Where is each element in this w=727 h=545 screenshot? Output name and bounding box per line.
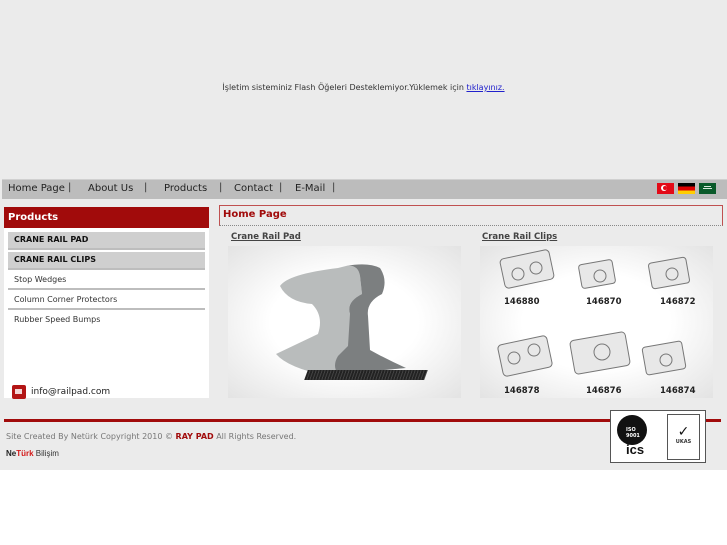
footer-copyright: Site Created By Netürk Copyright 2010 © … (6, 432, 296, 441)
content-header: Home Page (219, 205, 723, 226)
products-sidebar: Products CRANE RAIL PAD CRANE RAIL CLIPS… (4, 207, 209, 399)
nav-separator: | (68, 182, 72, 193)
german-flag-icon[interactable] (678, 183, 695, 194)
sidebar-item-crane-rail-pad[interactable]: CRANE RAIL PAD (8, 232, 205, 250)
nav-separator: | (144, 182, 148, 193)
nav-separator: | (279, 182, 283, 193)
copyright-prefix: Site Created By Netürk Copyright 2010 © (6, 432, 176, 441)
clip-code: 146878 (504, 386, 540, 396)
nav-contact[interactable]: Contact (234, 183, 273, 194)
saudi-flag-icon[interactable] (699, 183, 716, 194)
email-contact[interactable]: info@railpad.com (12, 385, 110, 399)
sidebar-item-stop-wedges[interactable]: Stop Wedges (8, 272, 205, 290)
nav-about-us[interactable]: About Us (88, 183, 133, 194)
netturk-logo[interactable]: NeTürk Bilişim (6, 449, 59, 458)
checkmark-icon: ✓ (677, 424, 690, 440)
content-title: Home Page (223, 209, 287, 220)
language-selector (657, 183, 716, 194)
nav-home-page[interactable]: Home Page (8, 183, 65, 194)
clip-code: 146880 (504, 297, 540, 307)
sidebar-item-crane-rail-clips[interactable]: CRANE RAIL CLIPS (8, 252, 205, 270)
nav-email[interactable]: E-Mail (295, 183, 325, 194)
certification-badges: ISO 9001 ics ✓ UKAS (610, 410, 706, 463)
flash-banner: İşletim sisteminiz Flash Öğeleri Destekl… (0, 0, 727, 178)
ics-logo: ics (626, 442, 645, 457)
sidebar-item-rubber-speed-bumps[interactable]: Rubber Speed Bumps (8, 312, 205, 328)
sidebar-item-column-corner-protectors[interactable]: Column Corner Protectors (8, 292, 205, 310)
clip-code: 146870 (586, 297, 622, 307)
clip-code: 146876 (586, 386, 622, 396)
flash-install-link[interactable]: tıklayınız. (466, 83, 504, 92)
sidebar-title: Products (4, 207, 209, 228)
sidebar-menu: CRANE RAIL PAD CRANE RAIL CLIPS Stop Wed… (4, 228, 209, 328)
logo-ne: Ne (6, 449, 17, 458)
rail-pad-strip (304, 370, 428, 380)
crane-rail-clips-link[interactable]: Crane Rail Clips (482, 232, 557, 242)
mail-icon (12, 385, 26, 399)
turkish-flag-icon[interactable] (657, 183, 674, 194)
nav-products[interactable]: Products (164, 183, 207, 194)
brand-name: RAY PAD (175, 432, 214, 441)
nav-separator: | (332, 182, 336, 193)
logo-bilisim: Bilişim (33, 449, 59, 458)
flash-message-text: İşletim sisteminiz Flash Öğeleri Destekl… (222, 83, 467, 92)
flash-message: İşletim sisteminiz Flash Öğeleri Destekl… (0, 83, 727, 92)
crane-rail-clips-image[interactable]: 146880 146870 146872 146878 146876 14687… (480, 246, 713, 398)
ukas-badge-icon: ✓ UKAS (667, 414, 700, 460)
clip-code: 146874 (660, 386, 696, 396)
logo-turk: Türk (16, 449, 34, 458)
ukas-label: UKAS (675, 439, 692, 445)
crane-rail-pad-link[interactable]: Crane Rail Pad (231, 232, 301, 242)
crane-rail-pad-image[interactable] (228, 246, 461, 398)
email-address[interactable]: info@railpad.com (31, 387, 110, 397)
top-navigation: Home Page | About Us | Products | Contac… (2, 179, 727, 199)
iso-9001-icon: ISO 9001 (617, 415, 647, 445)
copyright-suffix: All Rights Reserved. (213, 432, 297, 441)
iso-label: ISO 9001 (626, 427, 640, 439)
clip-code: 146872 (660, 297, 696, 307)
nav-separator: | (219, 182, 223, 193)
clips-illustration (497, 249, 690, 377)
